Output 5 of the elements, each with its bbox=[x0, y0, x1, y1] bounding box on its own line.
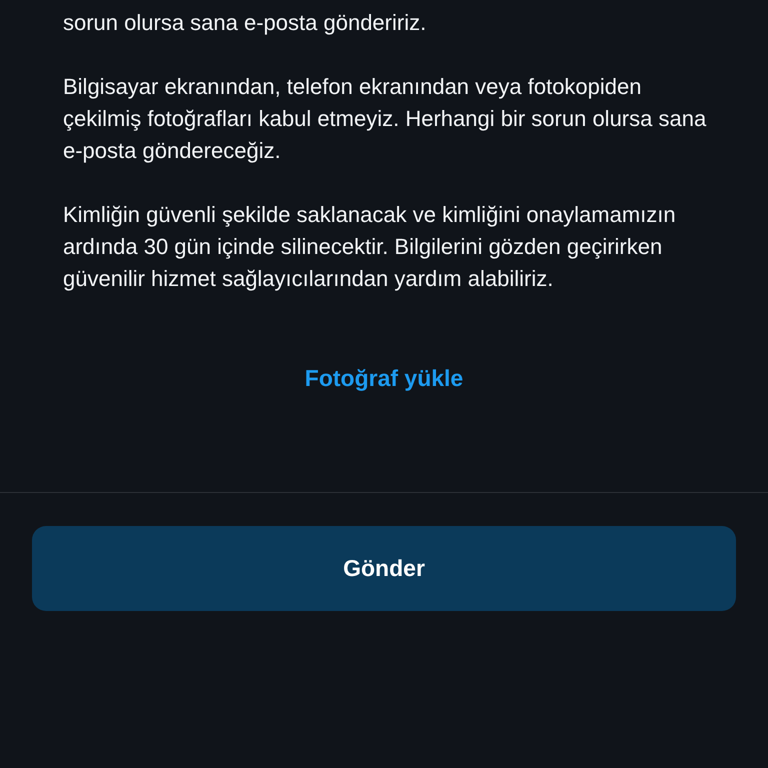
info-paragraph: Kimliğin güvenli şekilde saklanacak ve kimliğini onaylamamızın ardında 30 gün içinde silinecektir. Bilgilerini gözden geçirirken güvenilir hizmet sağlayıcılarından yardım alabiliriz. bbox=[63, 201, 677, 293]
submit-button[interactable]: Gönder bbox=[32, 526, 736, 611]
upload-photo-link[interactable]: Fotoğraf yükle bbox=[304, 365, 464, 392]
info-paragraph: sorun olursa sana e-posta göndeririz. bbox=[63, 9, 428, 37]
info-paragraph: Bilgisayar ekranından, telefon ekranından veya fotokopiden çekilmiş fotoğrafları kabul etmeyiz. Herhangi bir sorun olursa sana e-posta göndereceğiz. bbox=[63, 73, 708, 165]
